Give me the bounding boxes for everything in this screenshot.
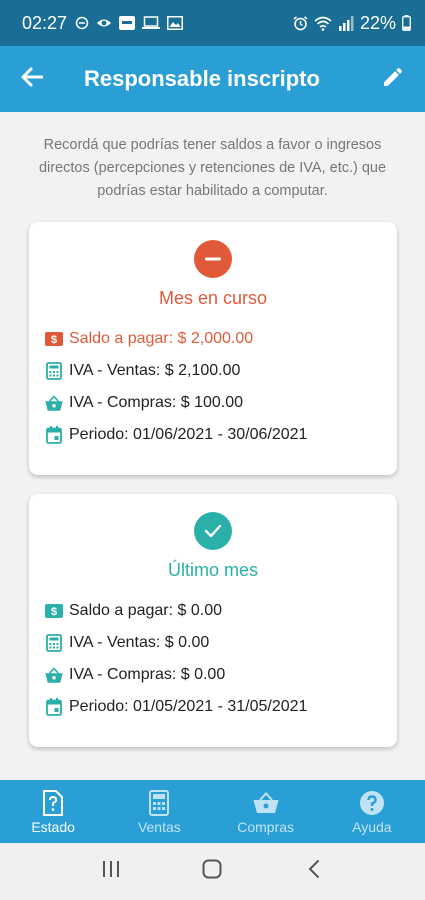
period-row: Periodo: 01/06/2021 - 30/06/2021 [45, 426, 307, 444]
battery-percent: 22% [359, 12, 396, 33]
nav-estado[interactable]: Estado [0, 780, 106, 843]
balance-text: Saldo a pagar: $ 0.00 [69, 602, 223, 619]
card-current-month: Mes en curso $ Saldo a pagar: $ 2,000.00… [29, 222, 397, 475]
nav-label: Estado [31, 818, 75, 835]
nav-ayuda[interactable]: Ayuda [319, 780, 425, 843]
basket-icon [45, 394, 63, 412]
wifi-icon [314, 16, 332, 31]
purchases-text: IVA - Compras: $ 0.00 [69, 666, 226, 683]
status-time: 02:27 [22, 12, 68, 33]
sales-row: IVA - Ventas: $ 2,100.00 [45, 362, 240, 380]
check-circle-icon [194, 512, 232, 550]
basket-icon [45, 666, 63, 684]
period-text: Periodo: 01/05/2021 - 31/05/2021 [69, 698, 308, 715]
svg-text:$: $ [51, 334, 57, 346]
period-row: Periodo: 01/05/2021 - 31/05/2021 [45, 698, 307, 716]
calculator-icon [45, 362, 63, 380]
status-bar: 02:27 22% [0, 0, 425, 46]
basket-icon [253, 789, 279, 817]
eye-icon [96, 17, 112, 29]
notice-text: Recordá que podrías tener saldos a favor… [38, 137, 387, 199]
nav-label: Compras [237, 818, 295, 835]
calendar-icon [45, 698, 63, 716]
calendar-icon [45, 426, 63, 444]
card-last-month: Último mes $ Saldo a pagar: $ 0.00 IVA -… [29, 494, 397, 747]
status-icons-right: 22% [293, 13, 411, 34]
signal-icon [338, 15, 354, 31]
system-back-button[interactable] [294, 852, 334, 892]
card-title: Mes en curso [158, 288, 268, 308]
sales-text: IVA - Ventas: $ 0.00 [69, 634, 210, 651]
system-nav-bar [0, 843, 425, 900]
sales-text: IVA - Ventas: $ 2,100.00 [69, 362, 241, 379]
minus-circle-icon [194, 240, 232, 278]
home-button[interactable] [192, 852, 232, 892]
balance-row: $ Saldo a pagar: $ 0.00 [45, 602, 222, 620]
nav-label: Ventas [137, 818, 181, 835]
balance-text: Saldo a pagar: $ 2,000.00 [69, 330, 254, 347]
back-button[interactable] [0, 46, 64, 112]
app-icon [119, 16, 136, 30]
card-title: Último mes [167, 560, 258, 580]
recent-apps-button[interactable] [91, 852, 131, 892]
page-title: Responsable inscripto [84, 66, 320, 91]
main-content: Recordá que podrías tener saldos a favor… [0, 112, 425, 780]
alarm-icon [293, 15, 308, 31]
svg-text:$: $ [51, 606, 57, 618]
status-icons-left [75, 16, 184, 30]
laptop-icon [142, 16, 161, 30]
period-text: Periodo: 01/06/2021 - 30/06/2021 [69, 426, 308, 443]
calculator-icon [149, 789, 170, 817]
recent-apps-icon [101, 860, 121, 883]
chevron-left-icon [308, 859, 320, 884]
bottom-nav: Estado Ventas Compras Ayuda [0, 780, 425, 843]
money-icon: $ [45, 330, 63, 348]
sales-row: IVA - Ventas: $ 0.00 [45, 634, 209, 652]
gallery-icon [167, 16, 184, 30]
arrow-back-icon [21, 67, 44, 92]
nav-ventas[interactable]: Ventas [106, 780, 212, 843]
document-question-icon [43, 789, 64, 817]
purchases-row: IVA - Compras: $ 100.00 [45, 394, 243, 412]
app-bar: Responsable inscripto [0, 46, 425, 112]
nav-label: Ayuda [352, 818, 392, 835]
edit-pencil-icon [381, 65, 405, 94]
money-icon: $ [45, 602, 63, 620]
purchases-text: IVA - Compras: $ 100.00 [69, 394, 244, 411]
purchases-row: IVA - Compras: $ 0.00 [45, 666, 225, 684]
home-icon [202, 859, 222, 884]
nav-compras[interactable]: Compras [213, 780, 319, 843]
do-not-disturb-icon [75, 16, 89, 30]
calculator-icon [45, 634, 63, 652]
help-circle-icon [359, 789, 385, 817]
edit-button[interactable] [373, 59, 413, 99]
battery-icon [402, 15, 411, 31]
balance-row: $ Saldo a pagar: $ 2,000.00 [45, 330, 253, 348]
